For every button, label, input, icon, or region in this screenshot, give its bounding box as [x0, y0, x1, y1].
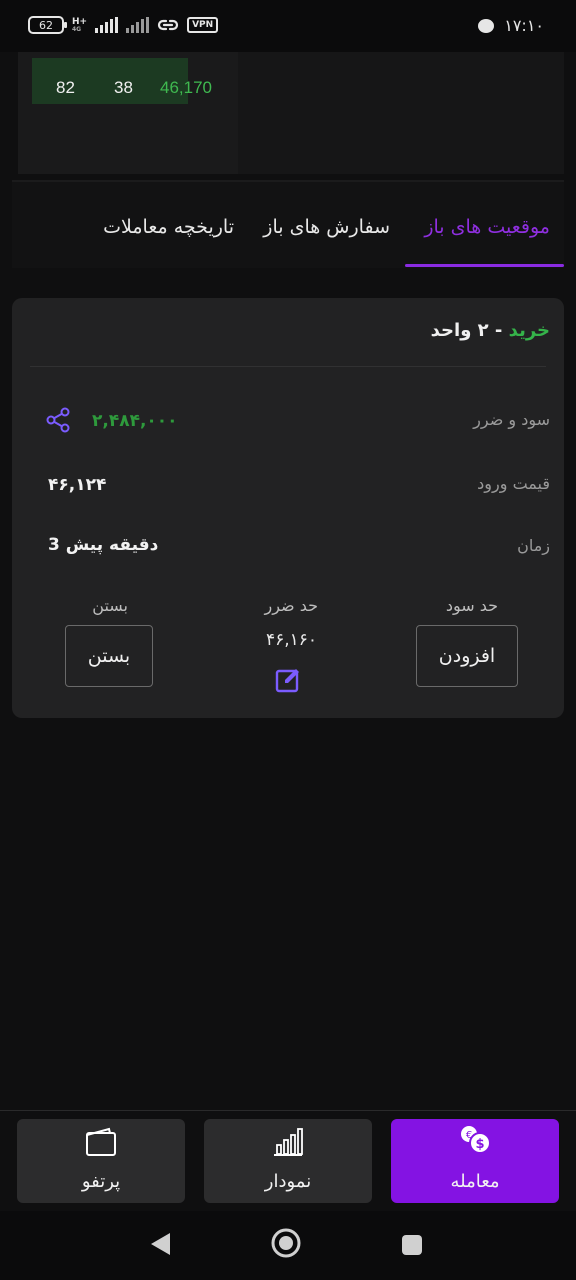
- signal-icon: [95, 17, 119, 33]
- edit-icon[interactable]: [274, 666, 302, 694]
- position-quantity: - ۲ واحد: [430, 320, 509, 341]
- pnl-label: سود و ضرر: [473, 410, 550, 429]
- order-book-volume: 38: [114, 78, 133, 97]
- stop-loss-label: حد ضرر: [264, 596, 318, 615]
- chat-bubble-icon: [478, 18, 495, 33]
- tab-open-positions[interactable]: موقعیت های باز: [424, 216, 550, 238]
- position-title: خرید - ۲ واحد: [431, 320, 550, 341]
- order-book-bids: 82 38 46,170: [18, 52, 238, 174]
- coins-icon: € $: [461, 1126, 491, 1154]
- clock: ۱۷:۱۰: [504, 16, 544, 35]
- order-book-count: 82: [56, 78, 75, 97]
- network-sub-label: 4G: [72, 25, 82, 33]
- bottom-navigation: € $ معامله نمودار پرتفو: [0, 1111, 576, 1211]
- nav-trade[interactable]: € $ معامله: [391, 1119, 559, 1203]
- tab-open-orders[interactable]: سفارش های باز: [263, 216, 390, 238]
- nav-portfolio[interactable]: پرتفو: [17, 1119, 185, 1203]
- add-take-profit-button[interactable]: افزودن: [416, 625, 518, 687]
- tab-trade-history[interactable]: تاریخچه معاملات: [103, 216, 234, 238]
- system-navigation: [0, 1211, 576, 1280]
- nav-chart-label: نمودار: [264, 1171, 312, 1192]
- home-icon[interactable]: [270, 1227, 302, 1259]
- battery-level: 62: [39, 18, 53, 32]
- wallet-icon: [86, 1127, 116, 1156]
- take-profit-label: حد سود: [445, 596, 498, 615]
- status-right: ۱۷:۱۰: [478, 16, 544, 35]
- order-book-price: 46,170: [160, 78, 212, 97]
- svg-text:$: $: [475, 1137, 484, 1152]
- close-position-button[interactable]: بستن: [65, 625, 153, 687]
- entry-price-value: ۴۶,۱۲۴: [48, 475, 107, 495]
- nav-portfolio-label: پرتفو: [81, 1171, 121, 1192]
- share-icon[interactable]: [44, 406, 72, 434]
- close-label: بستن: [92, 596, 128, 615]
- active-tab-indicator: [405, 264, 564, 267]
- order-book: 82 38 46,170: [18, 52, 564, 174]
- time-label: زمان: [517, 536, 550, 555]
- position-card: خرید - ۲ واحد سود و ضرر ۲,۴۸۴,۰۰۰ قیمت و…: [12, 298, 564, 718]
- time-value: 3 دقیقه پیش: [48, 535, 159, 555]
- pnl-value: ۲,۴۸۴,۰۰۰: [92, 411, 178, 431]
- status-bar: 62 H+ 4G VPN ۱۷:۱۰: [0, 0, 576, 52]
- status-left: 62 H+ 4G VPN: [28, 16, 219, 34]
- battery-icon: 62: [28, 16, 67, 34]
- stop-loss-value: ۴۶,۱۶۰: [266, 630, 318, 650]
- recents-icon[interactable]: [400, 1233, 424, 1257]
- bar-chart-icon: [274, 1128, 303, 1156]
- order-book-row[interactable]: 82 38 46,170: [32, 58, 212, 104]
- back-icon[interactable]: [148, 1231, 172, 1257]
- nav-trade-label: معامله: [450, 1171, 500, 1192]
- vpn-badge: VPN: [187, 17, 219, 33]
- positions-tabs: موقعیت های باز سفارش های باز تاریخچه معا…: [12, 182, 564, 268]
- nav-chart[interactable]: نمودار: [204, 1119, 372, 1203]
- card-divider: [30, 366, 546, 367]
- position-side: خرید: [508, 320, 550, 341]
- network-type: H+ 4G: [72, 17, 87, 33]
- entry-price-label: قیمت ورود: [477, 474, 550, 493]
- signal-secondary-icon: [126, 17, 150, 33]
- link-icon: [157, 19, 179, 31]
